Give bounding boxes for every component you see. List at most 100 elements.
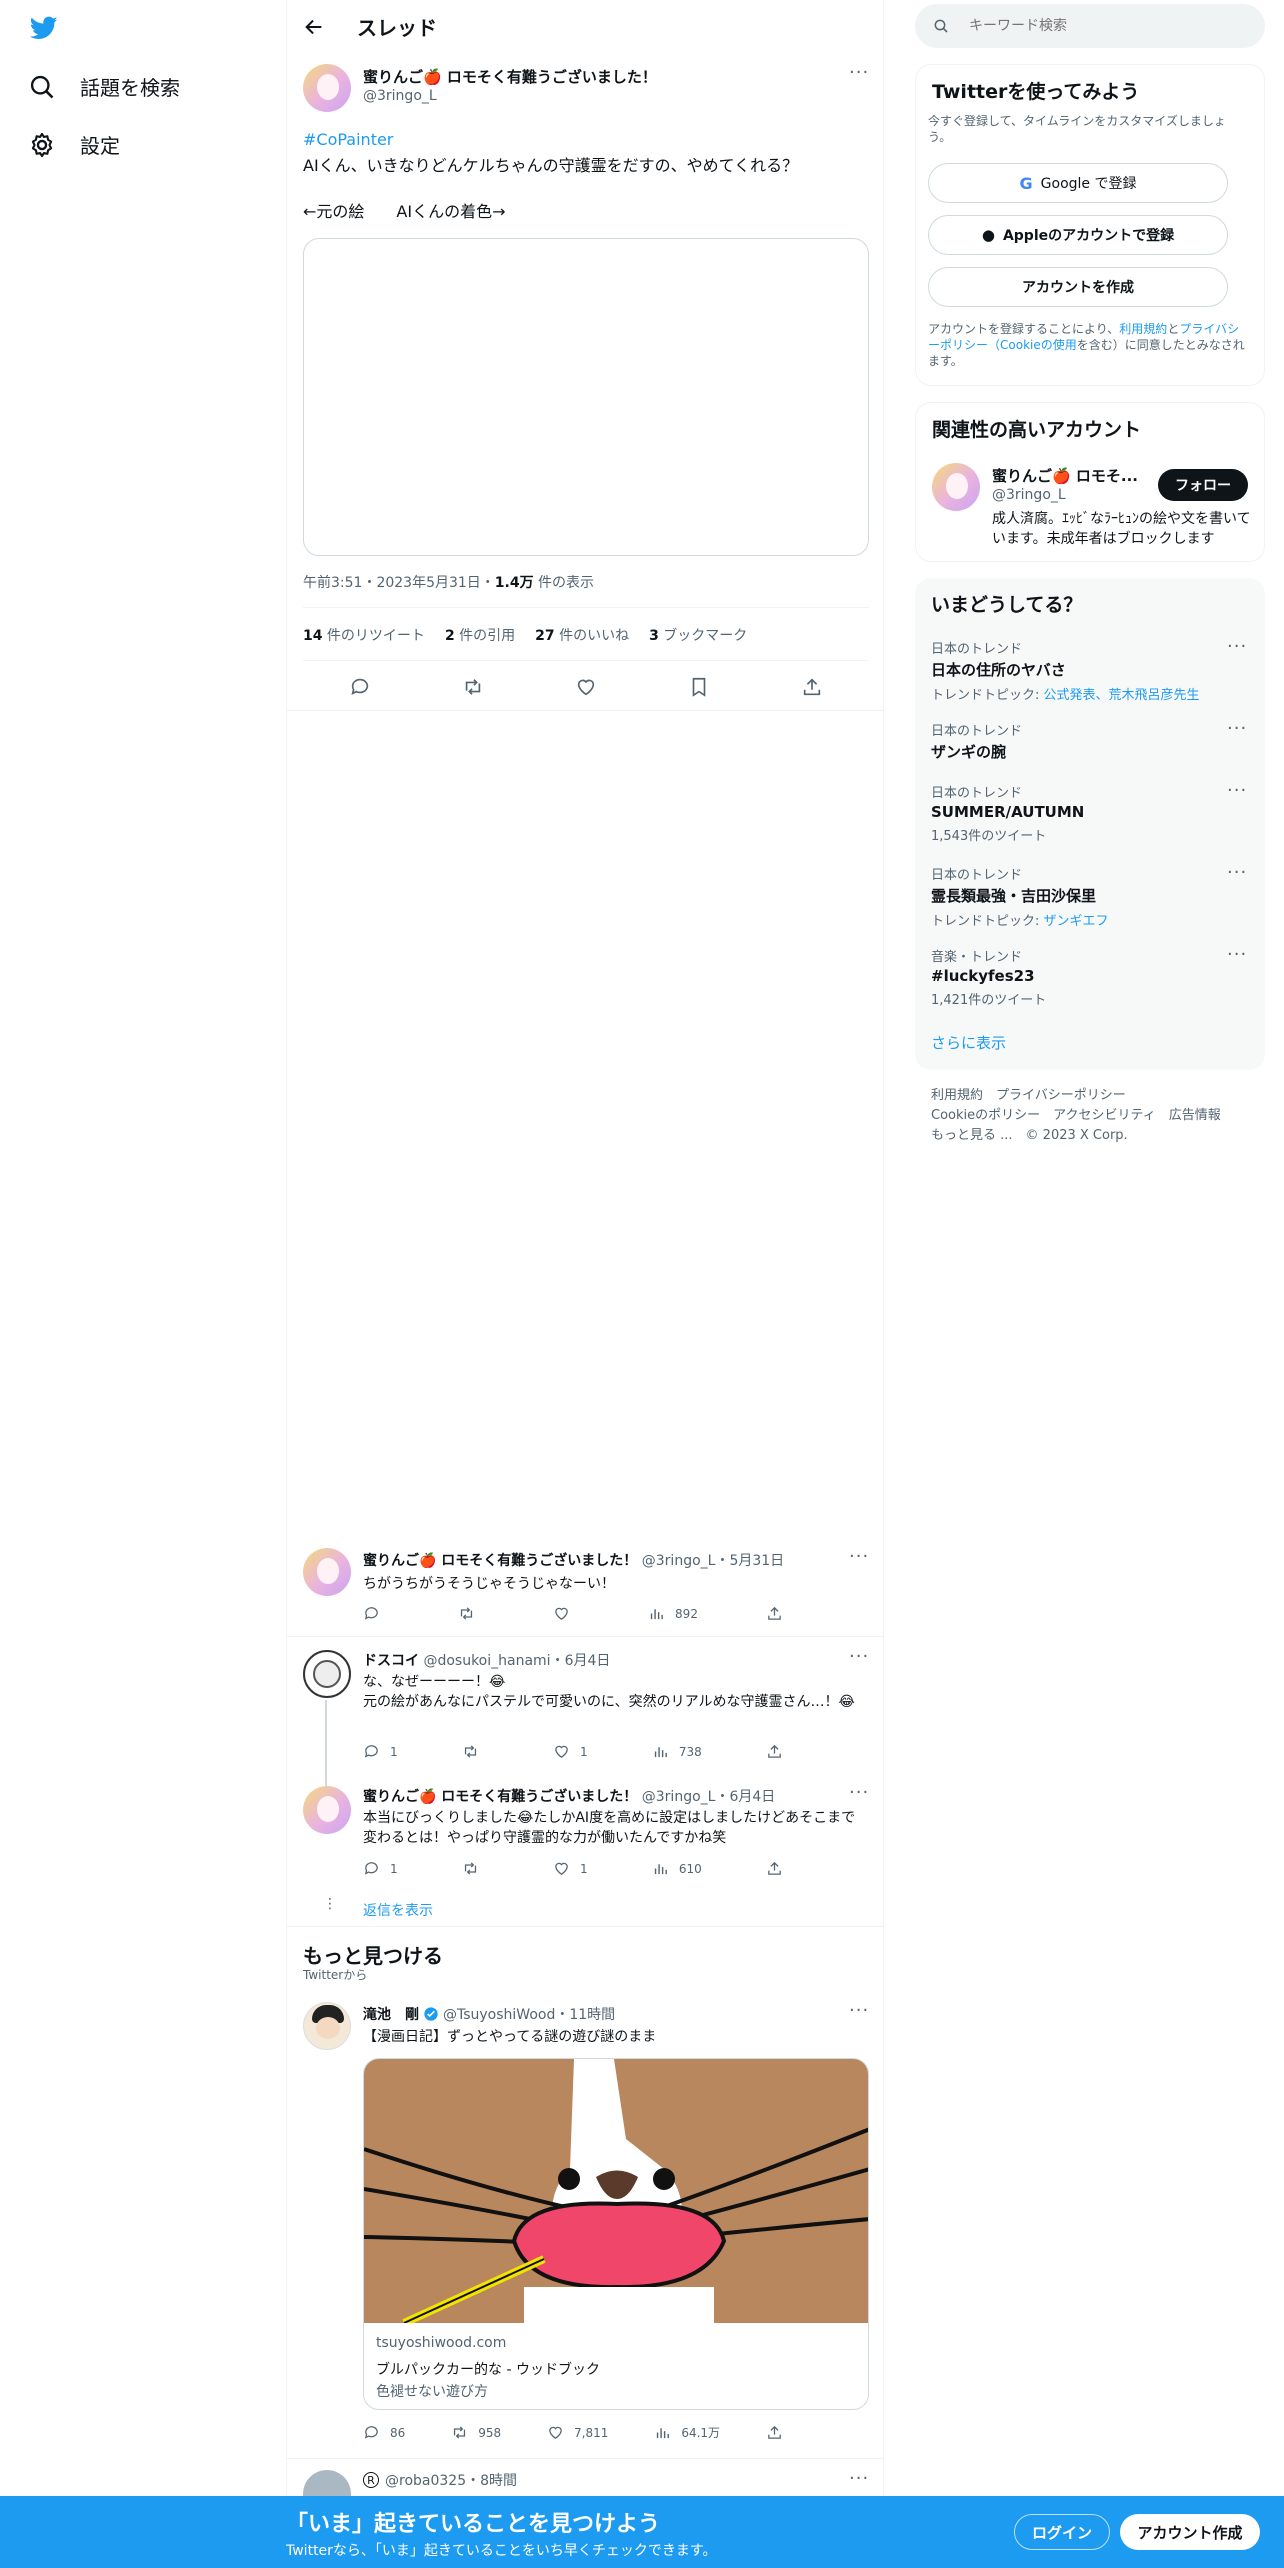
footer-link[interactable]: アクセシビリティ <box>1053 1108 1156 1123</box>
retweet-button[interactable] <box>462 1743 489 1760</box>
share-button[interactable] <box>766 1860 783 1877</box>
more-icon[interactable]: ··· <box>849 2000 869 2021</box>
search-box[interactable] <box>915 4 1265 48</box>
trend-item[interactable]: 日本のトレンド SUMMER/AUTUMN 1,543件のツイート ··· <box>931 780 1251 844</box>
like-button[interactable]: 7,811 <box>547 2424 608 2441</box>
like-button[interactable] <box>553 1605 580 1622</box>
trend-item[interactable]: 音楽・トレンド #luckyfes23 1,421件のツイート ··· <box>931 944 1251 1008</box>
reply-icon[interactable] <box>349 676 371 698</box>
google-signup-button[interactable]: G Google で登録 <box>928 163 1228 203</box>
apple-signup-button[interactable]: ● Appleのアカウントで登録 <box>928 215 1228 255</box>
nav-settings[interactable]: 設定 <box>28 130 120 159</box>
reply-button[interactable]: 1 <box>363 1860 398 1877</box>
reply-author[interactable]: 蜜りんご🍎 ロモそく有難うございました！ <box>363 1553 637 1569</box>
share-button[interactable] <box>766 2424 783 2441</box>
follow-button[interactable]: フォロー <box>1158 469 1248 501</box>
like-button[interactable]: 1 <box>553 1860 588 1877</box>
nav-explore[interactable]: 話題を検索 <box>28 72 180 101</box>
tweet-author[interactable]: 蜜りんご🍎 ロモそく有難うございました！ <box>363 66 657 87</box>
twitter-logo-icon[interactable] <box>28 14 60 42</box>
retweet-button[interactable] <box>458 1605 485 1622</box>
footer-link[interactable]: 利用規約 <box>931 1088 983 1103</box>
share-icon[interactable] <box>801 676 823 698</box>
views-button[interactable]: 892 <box>648 1605 698 1622</box>
reply-author[interactable]: ドスコイ <box>363 1653 419 1669</box>
back-arrow-icon[interactable] <box>303 16 325 38</box>
tweet-handle[interactable]: @3ringo_L <box>363 88 437 104</box>
more-icon[interactable]: ··· <box>849 1646 869 1667</box>
reply-button[interactable] <box>363 1605 390 1622</box>
more-icon[interactable]: ··· <box>1227 944 1247 965</box>
avatar[interactable] <box>303 1650 351 1698</box>
trend-item[interactable]: 日本のトレンド 日本の住所のヤバさ トレンドトピック: 公式発表、荒木飛呂彦先生… <box>931 636 1251 703</box>
tweet-author[interactable]: 滝池 剛 <box>363 2004 419 2024</box>
more-icon[interactable]: ··· <box>1227 718 1247 739</box>
like-icon <box>555 1607 568 1620</box>
show-replies-link[interactable]: 返信を表示 <box>363 1900 433 1920</box>
retweet-button[interactable] <box>462 1860 489 1877</box>
trend-item[interactable]: 日本のトレンド ザンギの腕 ··· <box>931 718 1251 762</box>
login-button[interactable]: ログイン <box>1014 2514 1110 2550</box>
like-icon <box>549 2426 562 2439</box>
avatar[interactable] <box>303 64 351 112</box>
signup-button[interactable]: アカウント作成 <box>1120 2514 1260 2550</box>
create-account-button[interactable]: アカウントを作成 <box>928 267 1228 307</box>
tweet-meta[interactable]: @roba0325・8時間 <box>385 2470 517 2490</box>
tweet-actions <box>303 670 869 704</box>
avatar[interactable] <box>303 2002 351 2050</box>
avatar[interactable] <box>932 463 980 511</box>
reply-author[interactable]: 蜜りんご🍎 ロモそく有難うございました！ <box>363 1789 637 1805</box>
reply-button[interactable]: 86 <box>363 2424 405 2441</box>
hashtag-link[interactable]: #CoPainter <box>303 128 393 152</box>
related-handle[interactable]: @3ringo_L <box>992 487 1066 503</box>
quotes-stat[interactable]: 2 件の引用 <box>445 625 515 645</box>
footer-link[interactable]: Cookieのポリシー <box>931 1108 1040 1123</box>
more-icon[interactable]: ··· <box>1227 862 1247 883</box>
footer-link[interactable]: 広告情報 <box>1169 1108 1221 1123</box>
terms-link[interactable]: 利用規約 <box>1119 322 1167 336</box>
more-icon[interactable]: ··· <box>1227 780 1247 801</box>
trend-item[interactable]: 日本のトレンド 霊長類最強・吉田沙保里 トレンドトピック: ザンギエフ ··· <box>931 862 1251 929</box>
link-card[interactable]: tsuyoshiwood.com ブルパックカー的な - ウッドブック 色褪せな… <box>363 2058 869 2410</box>
avatar[interactable] <box>303 1786 351 1834</box>
reply-text: ちがうちがうそうじゃそうじゃなーい！ <box>363 1576 615 1592</box>
retweet-icon[interactable] <box>462 676 484 698</box>
like-icon <box>555 1862 568 1875</box>
thread-dots: ⋮ <box>323 1896 337 1912</box>
tweet-time[interactable]: 午前3:51・2023年5月31日・ <box>303 575 495 591</box>
thread-column: スレッド 蜜りんご🍎 ロモそく有難うございました！ @3ringo_L ··· … <box>286 0 885 2568</box>
reply-meta[interactable]: @3ringo_L・6月4日 <box>642 1789 776 1805</box>
more-icon[interactable]: ··· <box>849 1546 869 1567</box>
tweet-meta[interactable]: @TsuyoshiWood・11時間 <box>443 2004 615 2024</box>
bookmarks-stat[interactable]: 3 ブックマーク <box>649 625 747 645</box>
related-name[interactable]: 蜜りんご🍎 ロモそ... <box>992 465 1138 486</box>
footer-link[interactable]: プライバシーポリシー <box>996 1088 1126 1103</box>
more-icon[interactable]: ··· <box>849 1782 869 1803</box>
avatar[interactable] <box>303 1548 351 1596</box>
share-button[interactable] <box>766 1743 783 1760</box>
footer-link[interactable]: もっと見る ... <box>931 1128 1013 1143</box>
reply-button[interactable]: 1 <box>363 1743 398 1760</box>
reply-meta[interactable]: @dosukoi_hanami・6月4日 <box>423 1653 610 1669</box>
reply-text: 本当にびっくりしました😂たしかAI度を高めに設定はしましたけどあそこまで変わると… <box>363 1810 856 1846</box>
reply-meta[interactable]: @3ringo_L・5月31日 <box>642 1553 784 1569</box>
bookmark-icon[interactable] <box>688 676 710 698</box>
show-more-link[interactable]: さらに表示 <box>931 1032 1006 1053</box>
share-button[interactable] <box>766 1605 783 1622</box>
divider <box>303 607 869 608</box>
like-button[interactable]: 1 <box>553 1743 588 1760</box>
related-accounts-card: 関連性の高いアカウント 蜜りんご🍎 ロモそ... @3ringo_L フォロー … <box>915 402 1265 562</box>
more-icon[interactable]: ··· <box>849 2468 869 2489</box>
views-button[interactable]: 738 <box>652 1743 702 1760</box>
likes-stat[interactable]: 27 件のいいね <box>535 625 629 645</box>
more-icon[interactable]: ··· <box>1227 636 1247 657</box>
more-icon[interactable]: ··· <box>849 62 869 83</box>
search-input[interactable] <box>969 18 1229 34</box>
retweet-icon <box>454 2426 466 2439</box>
like-icon[interactable] <box>575 676 597 698</box>
retweet-button[interactable]: 958 <box>451 2424 501 2441</box>
views-button[interactable]: 64.1万 <box>654 2424 720 2441</box>
views-button[interactable]: 610 <box>652 1860 702 1877</box>
media-container[interactable] <box>303 238 869 556</box>
retweets-stat[interactable]: 14 件のリツイート <box>303 625 425 645</box>
